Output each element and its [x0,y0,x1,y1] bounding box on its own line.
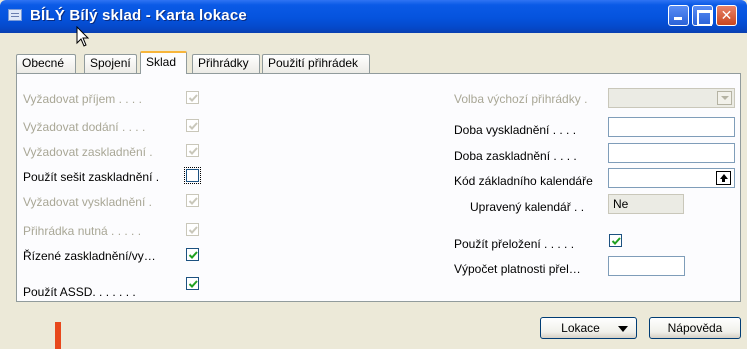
label-require-pick: Vyžadovat vyskladnění . [23,195,152,209]
tab-spojeni[interactable]: Spojení [84,54,137,73]
label-directed-putaway-pick: Řízené zaskladnění/vy… [23,249,156,263]
label-require-shipment: Vyžadovat dodání . . . . [23,120,146,134]
chevron-down-icon[interactable] [717,91,732,105]
checkbox-use-putaway-worksheet[interactable] [184,167,201,184]
label-base-calendar-code: Kód základního kalendáře [454,174,593,188]
checkbox-use-cross-docking[interactable] [609,234,622,247]
check-icon [188,226,198,234]
checkbox-require-shipment[interactable] [186,119,199,132]
location-menu-button[interactable]: Lokace [540,317,637,339]
check-icon [188,280,198,288]
input-outbound-handling-time[interactable] [608,117,735,137]
check-icon [188,197,198,205]
label-outbound-handling-time: Doba vyskladnění . . . . [454,123,577,137]
tab-pouziti-prihradek[interactable]: Použití přihrádek [262,54,370,73]
checkbox-use-adcs[interactable] [186,277,199,290]
help-button[interactable]: Nápověda [649,317,741,339]
title-bar[interactable]: BÍLÝ Bílý sklad - Karta lokace ✕ [0,0,747,33]
label-use-cross-docking: Použít přeložení . . . . . [454,237,575,251]
chevron-down-icon [618,326,628,332]
checkbox-bin-mandatory[interactable] [186,223,199,236]
label-require-receive: Vyžadovat příjem . . . . [23,92,142,106]
tab-sklad[interactable]: Sklad [140,51,187,74]
label-require-putaway: Vyžadovat zaskladnění . [23,145,153,159]
checkbox-require-receive[interactable] [186,91,199,104]
select-default-bin[interactable] [608,88,735,108]
check-icon [188,251,198,259]
input-inbound-handling-time[interactable] [608,143,735,163]
tab-obecne[interactable]: Obecné [16,54,76,73]
mouse-cursor-icon [76,26,90,47]
label-default-bin-selection: Volba výchozí přihrádky . [454,92,588,106]
label-bin-mandatory: Přihrádka nutná . . . . . [23,224,142,238]
label-customized-calendar: Upravený kalendář . . [470,200,585,214]
lookup-arrow-icon[interactable] [716,171,731,185]
input-base-calendar-code[interactable] [608,168,735,188]
label-inbound-handling-time: Doba zaskladnění . . . . [454,149,577,163]
input-cross-dock-due-date-calc[interactable] [608,256,685,276]
app-icon[interactable] [8,9,22,21]
check-icon [188,122,198,130]
field-customized-calendar: Ne [608,194,684,214]
checkbox-require-pick[interactable] [186,194,199,207]
check-icon [188,147,198,155]
minimize-icon [669,6,688,25]
label-use-putaway-worksheet: Použít sešit zaskladnění . [23,170,160,184]
orange-marker [55,322,61,349]
minimize-button[interactable] [668,5,689,26]
tab-prihradky[interactable]: Přihrádky [192,54,260,73]
maximize-button[interactable] [692,5,713,26]
close-button[interactable]: ✕ [716,5,737,26]
window-title: BÍLÝ Bílý sklad - Karta lokace [30,7,247,24]
checkbox-directed-putaway-pick[interactable] [186,248,199,261]
checkbox-require-putaway[interactable] [186,144,199,157]
label-use-adcs: Použít ASSD. . . . . . . [23,285,136,299]
maximize-icon [693,6,712,26]
check-icon [611,237,621,245]
check-icon [188,94,198,102]
label-cross-dock-due-date-calc: Výpočet platnosti přel… [454,262,581,276]
close-icon: ✕ [720,7,733,23]
